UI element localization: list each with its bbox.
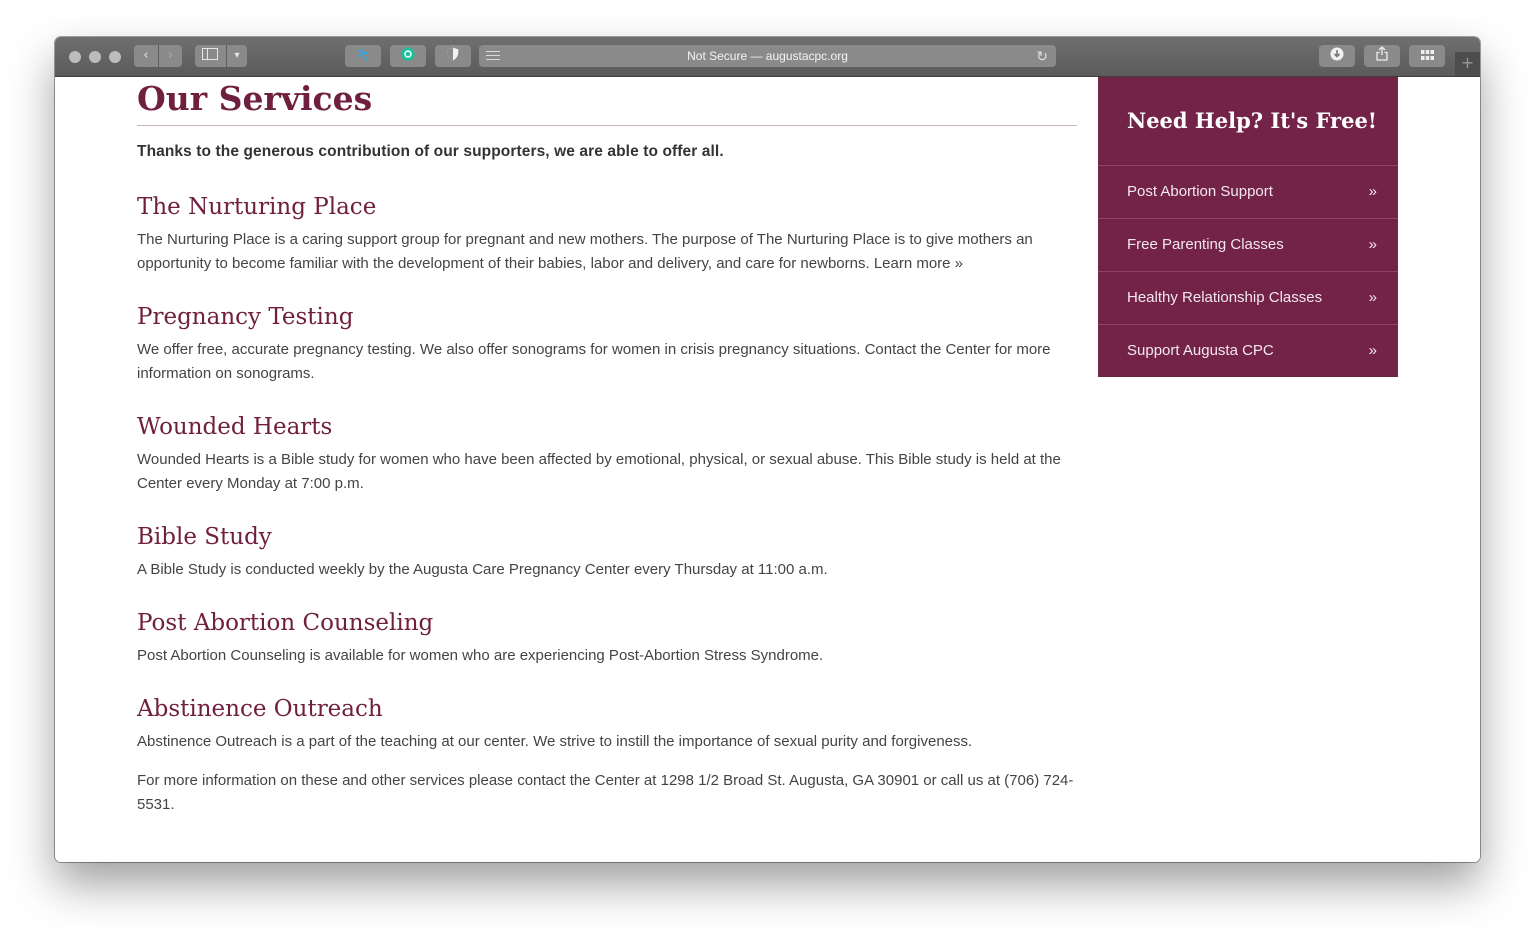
browser-window: ‹ › ▾ Not Secure — augustacpc.org ↻ + Ou… — [55, 37, 1480, 862]
service-section: Wounded Hearts Wounded Hearts is a Bible… — [137, 412, 1077, 496]
new-tab-button[interactable]: + — [1455, 52, 1480, 76]
intro-text: Thanks to the generous contribution of o… — [137, 143, 724, 160]
service-description: A Bible Study is conducted weekly by the… — [137, 561, 828, 578]
contact-note: For more information on these and other … — [137, 772, 1074, 813]
service-section: Pregnancy Testing We offer free, accurat… — [137, 302, 1077, 386]
service-description: Abstinence Outreach is a part of the tea… — [137, 733, 973, 750]
share-icon[interactable] — [1364, 45, 1400, 67]
sidebar-item-post-abortion-support[interactable]: Post Abortion Support » — [1098, 166, 1398, 219]
service-heading: Bible Study — [137, 524, 272, 550]
sidebar-item-label: Free Parenting Classes — [1127, 236, 1284, 253]
sidebar-item-support-augusta-cpc[interactable]: Support Augusta CPC » — [1098, 325, 1398, 377]
learn-more-link[interactable]: Learn more » — [874, 255, 963, 272]
reload-icon[interactable]: ↻ — [1036, 45, 1048, 67]
help-sidebar: Need Help? It's Free! Post Abortion Supp… — [1098, 77, 1398, 377]
grammarly-icon[interactable] — [390, 45, 426, 67]
chevron-down-icon[interactable]: ▾ — [227, 45, 247, 67]
back-icon[interactable]: ‹ — [134, 45, 158, 67]
main-column: Our Services Thanks to the generous cont… — [137, 77, 1077, 817]
service-description: Post Abortion Counseling is available fo… — [137, 647, 824, 664]
sidebar-item-label: Healthy Relationship Classes — [1127, 289, 1323, 306]
downloads-icon[interactable] — [1319, 45, 1355, 67]
sidebar-icon[interactable] — [195, 45, 225, 67]
reader-view-icon[interactable] — [486, 51, 500, 63]
service-heading: The Nurturing Place — [137, 194, 377, 220]
chevron-right-icon: » — [1368, 183, 1377, 200]
tab-overview-icon[interactable] — [1409, 45, 1445, 67]
service-description: We offer free, accurate pregnancy testin… — [137, 341, 1051, 382]
service-section: Abstinence Outreach Abstinence Outreach … — [137, 694, 1077, 754]
browser-toolbar: ‹ › ▾ Not Secure — augustacpc.org ↻ + — [55, 37, 1480, 77]
chevron-right-icon: » — [1368, 236, 1377, 253]
zoom-window-button[interactable] — [109, 51, 121, 63]
sidebar-item-healthy-relationship-classes[interactable]: Healthy Relationship Classes » — [1098, 272, 1398, 325]
forward-icon[interactable]: › — [159, 45, 182, 67]
address-bar[interactable]: Not Secure — augustacpc.org ↻ — [479, 45, 1056, 67]
sidebar-item-free-parenting-classes[interactable]: Free Parenting Classes » — [1098, 219, 1398, 272]
sidebar-title: Need Help? It's Free! — [1098, 77, 1398, 166]
service-section: The Nurturing Place The Nurturing Place … — [137, 192, 1077, 276]
sidebar-item-label: Post Abortion Support — [1127, 183, 1273, 200]
service-section: Bible Study A Bible Study is conducted w… — [137, 522, 1077, 582]
service-section: Post Abortion Counseling Post Abortion C… — [137, 608, 1077, 668]
extension-icon[interactable] — [345, 45, 381, 67]
service-description: The Nurturing Place is a caring support … — [137, 231, 1033, 272]
service-description: Wounded Hearts is a Bible study for wome… — [137, 451, 1061, 492]
close-window-button[interactable] — [69, 51, 81, 63]
service-heading: Abstinence Outreach — [137, 696, 383, 722]
service-heading: Post Abortion Counseling — [137, 610, 434, 636]
shield-icon[interactable] — [435, 45, 471, 67]
service-heading: Pregnancy Testing — [137, 304, 354, 330]
chevron-right-icon: » — [1368, 289, 1377, 306]
page-title: Our Services — [137, 77, 1077, 126]
minimize-window-button[interactable] — [89, 51, 101, 63]
service-heading: Wounded Hearts — [137, 414, 333, 440]
address-text: Not Secure — augustacpc.org — [687, 49, 848, 63]
sidebar-item-label: Support Augusta CPC — [1127, 342, 1274, 359]
page-content: Our Services Thanks to the generous cont… — [55, 77, 1480, 862]
chevron-right-icon: » — [1368, 342, 1377, 359]
